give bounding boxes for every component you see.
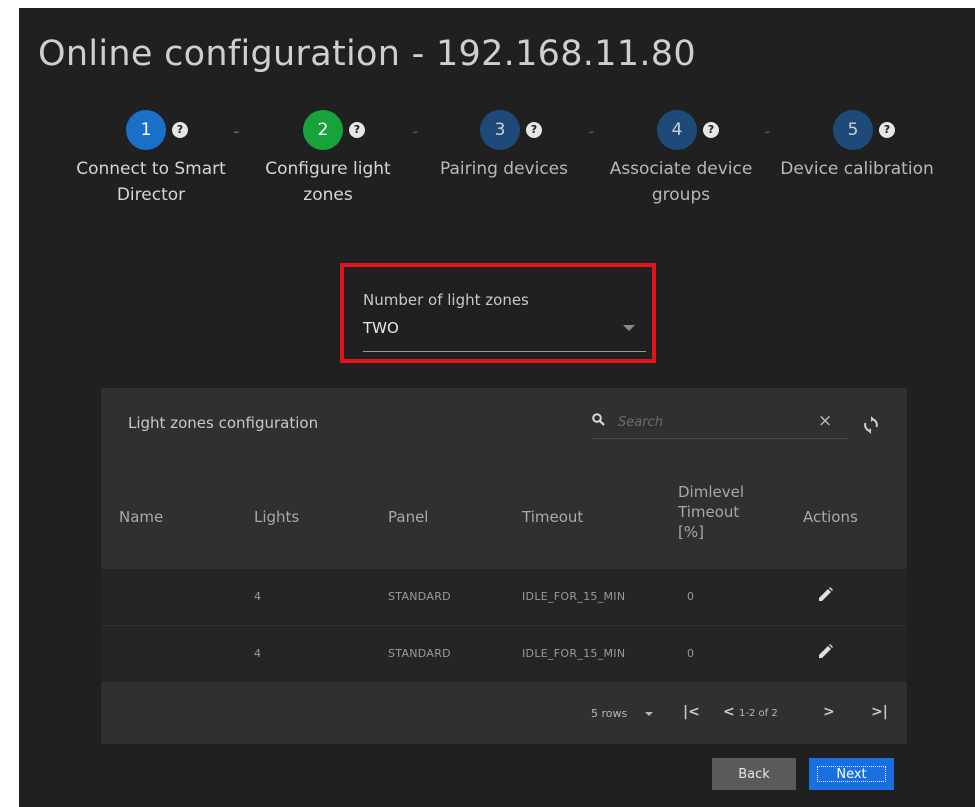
refresh-icon[interactable] [863,416,879,438]
help-icon[interactable]: ? [172,122,188,138]
next-page-button[interactable]: > [823,704,835,720]
step-3[interactable]: 3 ? Pairing devices [424,110,584,182]
select-underline [363,351,646,352]
step-3-label: Pairing devices [439,159,568,179]
column-header-timeout[interactable]: Timeout [522,508,583,526]
rows-dropdown-icon[interactable] [645,712,653,716]
step-5-label: Device calibration [780,159,934,179]
search-icon [592,412,605,430]
prev-page-button[interactable]: < [723,704,735,720]
cell-dimlevel: 0 [687,647,695,660]
step-2-number: 2 [303,110,343,150]
column-header-lights[interactable]: Lights [254,508,299,526]
first-page-button[interactable]: |< [683,704,700,720]
light-zones-label: Number of light zones [363,291,529,309]
back-button[interactable]: Back [712,758,796,790]
cell-lights: 4 [254,590,262,603]
table-row: 4 STANDARD IDLE_FOR_15_MIN 0 [101,569,907,625]
step-1-number: 1 [126,110,166,150]
next-button[interactable]: Next [809,758,894,790]
light-zones-table: Light zones configuration × Name Lights … [101,388,907,744]
step-1-label: Connect to Smart Director [76,159,226,205]
light-zones-select[interactable]: Number of light zones TWO [340,263,656,363]
step-5[interactable]: 5 ? Device calibration [777,110,937,182]
help-icon[interactable]: ? [526,122,542,138]
step-2[interactable]: 2 ? Configure light zones [248,110,408,208]
help-icon[interactable]: ? [349,122,365,138]
column-header-actions: Actions [803,508,858,526]
step-separator: - [588,121,595,142]
step-4-label: Associate device groups [609,159,753,205]
table-row: 4 STANDARD IDLE_FOR_15_MIN 0 [101,626,907,682]
help-icon[interactable]: ? [879,122,895,138]
cell-panel: STANDARD [388,647,451,660]
search-box: × [592,410,847,439]
last-page-button[interactable]: >| [871,704,888,720]
column-header-name[interactable]: Name [119,508,163,526]
column-header-panel[interactable]: Panel [388,508,428,526]
clear-search-icon[interactable]: × [818,411,832,431]
cell-timeout: IDLE_FOR_15_MIN [522,647,626,660]
help-icon[interactable]: ? [703,122,719,138]
edit-icon[interactable] [816,586,834,608]
search-input[interactable] [618,412,798,432]
cell-panel: STANDARD [388,590,451,603]
page-title: Online configuration - 192.168.11.80 [38,34,696,74]
light-zones-value[interactable]: TWO [363,319,399,337]
column-header-dimlevel[interactable]: Dimlevel Timeout [%] [678,482,744,542]
step-5-number: 5 [833,110,873,150]
cell-timeout: IDLE_FOR_15_MIN [522,590,626,603]
cell-lights: 4 [254,647,262,660]
rows-per-page-select[interactable]: 5 rows [591,707,627,720]
page-range: 1-2 of 2 [739,708,778,719]
edit-icon[interactable] [816,643,834,665]
dropdown-arrow-icon[interactable] [623,325,635,331]
step-separator: - [412,121,419,142]
step-2-label: Configure light zones [265,159,391,205]
step-1[interactable]: 1 ? Connect to Smart Director [71,110,231,208]
step-separator: - [764,121,771,142]
table-title: Light zones configuration [128,414,319,432]
step-4[interactable]: 4 ? Associate device groups [601,110,761,208]
cell-dimlevel: 0 [687,590,695,603]
step-4-number: 4 [657,110,697,150]
step-3-number: 3 [480,110,520,150]
step-separator: - [233,121,240,142]
pagination-bar: 5 rows |< < 1-2 of 2 > >| [101,685,907,744]
